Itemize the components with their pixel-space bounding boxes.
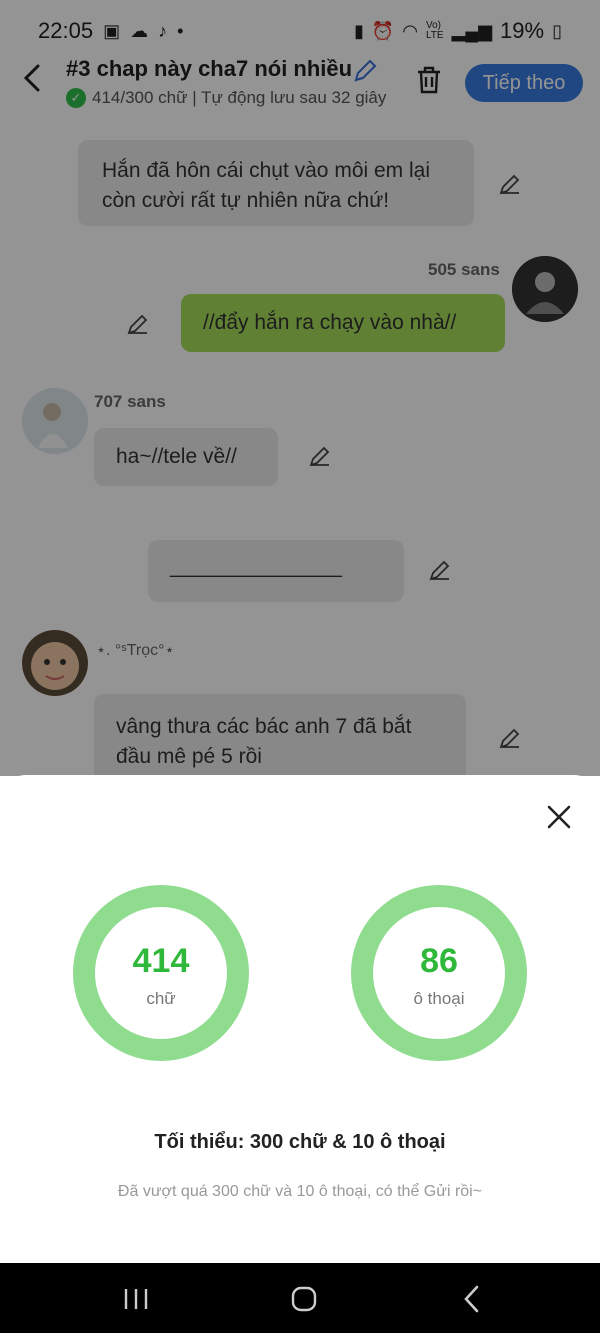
- recent-apps-button[interactable]: [120, 1283, 152, 1315]
- back-icon: [464, 1285, 479, 1313]
- recent-apps-icon: [124, 1289, 148, 1309]
- system-nav-bar: [0, 1263, 600, 1333]
- modal-backdrop[interactable]: [0, 0, 600, 776]
- system-back-button[interactable]: [456, 1283, 488, 1315]
- close-icon: [547, 805, 571, 829]
- word-count-sheet: 414 chữ 86 ô thoại Tối thiểu: 300 chữ & …: [0, 775, 600, 1263]
- word-count-value: 414: [132, 942, 190, 980]
- word-count-ring: 414 chữ: [73, 885, 249, 1061]
- dialog-count-unit: ô thoại: [413, 989, 465, 1008]
- word-count-unit: chữ: [146, 989, 176, 1008]
- dialog-count-value: 86: [420, 942, 458, 980]
- minimum-requirement: Tối thiểu: 300 chữ & 10 ô thoại: [154, 1131, 446, 1153]
- requirement-hint: Đã vượt quá 300 chữ và 10 ô thoại, có th…: [117, 1183, 483, 1200]
- dialog-count-ring: 86 ô thoại: [351, 885, 527, 1061]
- home-icon: [291, 1286, 317, 1312]
- close-button[interactable]: [545, 803, 573, 831]
- home-button[interactable]: [288, 1283, 320, 1315]
